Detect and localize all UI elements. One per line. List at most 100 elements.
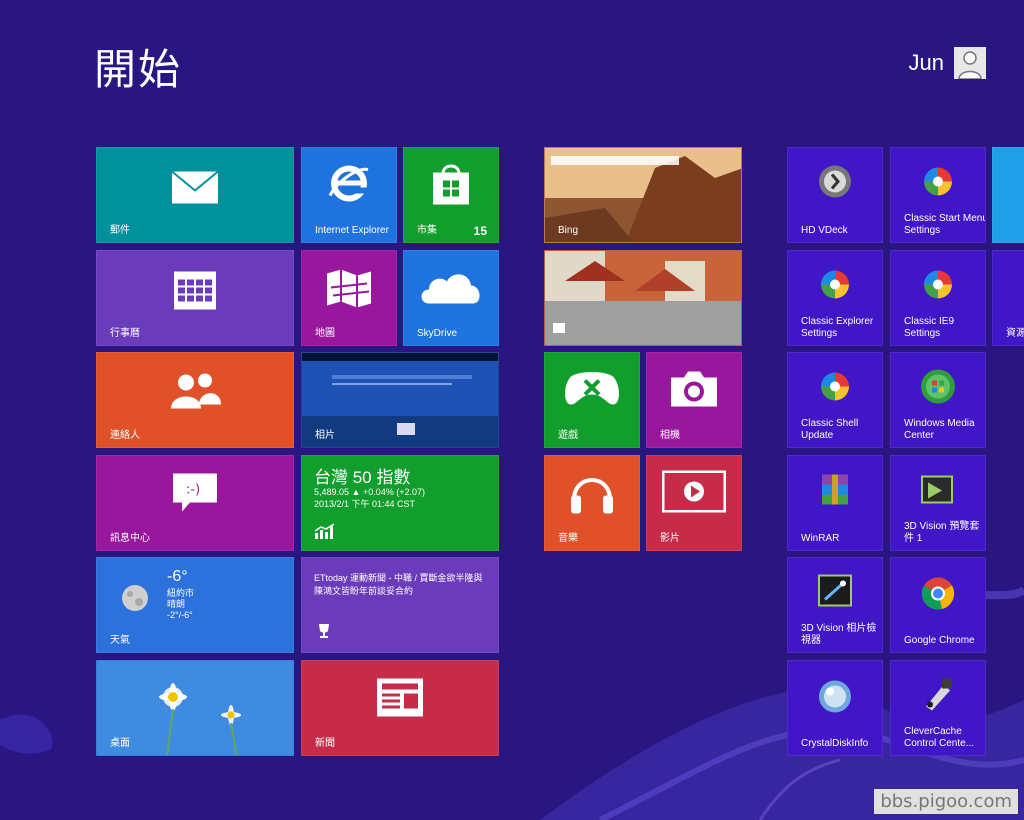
chrome-tile[interactable]: Google Chrome	[890, 557, 986, 653]
camera-icon	[670, 369, 718, 412]
store-badge: 15	[473, 224, 487, 238]
vision-viewer-label: 3D Vision 相片檢視器	[801, 623, 877, 646]
3d-vision-preview-icon	[920, 470, 956, 509]
chrome-icon	[920, 575, 956, 616]
ie-label: Internet Explorer	[315, 225, 389, 236]
video-player-icon	[661, 469, 727, 517]
store-tile[interactable]: 市集 15	[403, 147, 499, 243]
photo-rooftops-tile[interactable]	[544, 250, 742, 346]
finance-quote: 5,489.05 ▲ +0.04% (+2.07)	[314, 487, 425, 497]
classic-shell-update-icon	[818, 369, 852, 408]
weather-tile[interactable]: -6° 紐約市 晴朗 -2°/-6° 天氣	[96, 557, 294, 653]
finance-details: 5,489.05 ▲ +0.04% (+2.07) 2013/2/1 下午 01…	[314, 486, 425, 510]
people-icon	[169, 371, 221, 414]
classic-shell-icon	[921, 164, 955, 203]
clevercache-icon	[920, 676, 956, 717]
classic-ie9-icon	[921, 267, 955, 306]
bing-label: Bing	[558, 225, 579, 236]
camera-tile[interactable]: 相機	[646, 352, 742, 448]
classic-start-tile[interactable]: Classic Start Menu Settings	[890, 147, 986, 243]
music-tile[interactable]: 音樂	[544, 455, 640, 551]
weather-city: 紐約市	[167, 588, 195, 598]
hd-vdeck-icon	[818, 164, 852, 203]
hd-vdeck-tile[interactable]: HD VDeck	[787, 147, 883, 243]
crystaldiskinfo-tile[interactable]: CrystalDiskInfo	[787, 660, 883, 756]
skydrive-tile[interactable]: SkyDrive	[403, 250, 499, 346]
games-label: 遊戲	[558, 430, 578, 441]
map-icon	[325, 268, 373, 313]
ie-tile[interactable]: Internet Explorer	[301, 147, 397, 243]
winrar-label: WinRAR	[801, 533, 840, 544]
hd-vdeck-label: HD VDeck	[801, 225, 848, 236]
classic-explorer-label: Classic Explorer Settings	[801, 316, 874, 339]
sports-tile[interactable]: ETtoday 運動新聞 - 中職 / 賈斷金欲半隆與陳鴻文皆盼年前談妥合約	[301, 557, 499, 653]
crystaldiskinfo-icon	[817, 678, 853, 719]
clevercache-tile[interactable]: CleverCache Control Cente...	[890, 660, 986, 756]
mail-tile[interactable]: 郵件	[96, 147, 294, 243]
maps-label: 地圖	[315, 328, 335, 339]
windows-media-center-icon	[920, 368, 956, 409]
messaging-label: 訊息中心	[110, 533, 150, 544]
user-name: Jun	[908, 50, 944, 75]
finance-title: 台灣 50 指數	[314, 468, 411, 487]
photos-tile[interactable]: 相片	[301, 352, 499, 448]
partial-blue-tile[interactable]	[992, 147, 1024, 243]
games-tile[interactable]: 遊戲	[544, 352, 640, 448]
clevercache-label: CleverCache Control Cente...	[904, 726, 975, 749]
desktop-label: 桌面	[110, 738, 130, 749]
crystaldiskinfo-label: CrystalDiskInfo	[801, 738, 869, 749]
finance-timestamp: 2013/2/1 下午 01:44 CST	[314, 499, 416, 509]
messaging-tile[interactable]: :-) 訊息中心	[96, 455, 294, 551]
vision-preview-label: 3D Vision 預覽套件 1	[904, 521, 980, 544]
page-title: 開始	[94, 46, 183, 93]
cloud-icon	[419, 270, 483, 311]
classic-start-label: Classic Start Menu Settings	[904, 213, 986, 236]
photos-label: 相片	[315, 430, 335, 441]
mail-icon	[171, 171, 219, 210]
winrar-icon	[818, 472, 852, 511]
internet-explorer-icon	[327, 161, 371, 210]
3d-vision-viewer-icon	[817, 571, 853, 612]
calendar-icon	[173, 271, 217, 316]
resource-tile[interactable]: 資源	[992, 250, 1024, 346]
svg-text::-): :-)	[186, 483, 200, 498]
music-label: 音樂	[558, 533, 578, 544]
store-label: 市集	[417, 225, 437, 236]
wmc-tile[interactable]: Windows Media Center	[890, 352, 986, 448]
watermark: bbs.pigoo.com	[874, 789, 1018, 814]
maps-tile[interactable]: 地圖	[301, 250, 397, 346]
weather-details: 紐約市 晴朗 -2°/-6°	[167, 588, 194, 621]
chat-bubble-icon: :-)	[172, 473, 218, 518]
winrar-tile[interactable]: WinRAR	[787, 455, 883, 551]
trophy-icon	[316, 623, 332, 644]
video-label: 影片	[660, 533, 680, 544]
classic-ie9-tile[interactable]: Classic IE9 Settings	[890, 250, 986, 346]
classic-shell-update-label: Classic Shell Update	[801, 418, 859, 441]
classic-ie9-label: Classic IE9 Settings	[904, 316, 955, 339]
classic-shell-update-tile[interactable]: Classic Shell Update	[787, 352, 883, 448]
classic-explorer-icon	[818, 267, 852, 306]
desktop-tile[interactable]: 桌面	[96, 660, 294, 756]
chrome-label: Google Chrome	[904, 635, 975, 646]
calendar-label: 行事曆	[110, 328, 140, 339]
people-label: 連絡人	[110, 430, 140, 441]
news-label: 新聞	[315, 738, 335, 749]
weather-temperature: -6°	[167, 568, 188, 585]
weather-label: 天氣	[110, 635, 130, 646]
xbox-controller-icon	[565, 370, 619, 411]
calendar-tile[interactable]: 行事曆	[96, 250, 294, 346]
vision-viewer-tile[interactable]: 3D Vision 相片檢視器	[787, 557, 883, 653]
finance-tile[interactable]: 台灣 50 指數 5,489.05 ▲ +0.04% (+2.07) 2013/…	[301, 455, 499, 551]
rooftops-photo	[545, 251, 741, 345]
classic-explorer-tile[interactable]: Classic Explorer Settings	[787, 250, 883, 346]
user-account[interactable]: Jun	[909, 47, 986, 79]
store-bag-icon	[430, 161, 472, 210]
weather-range: -2°/-6°	[167, 610, 193, 620]
vision-preview-tile[interactable]: 3D Vision 預覽套件 1	[890, 455, 986, 551]
video-tile[interactable]: 影片	[646, 455, 742, 551]
finance-chart-icon	[314, 523, 336, 544]
skydrive-label: SkyDrive	[417, 328, 458, 339]
bing-tile[interactable]: Bing	[544, 147, 742, 243]
news-tile[interactable]: 新聞	[301, 660, 499, 756]
people-tile[interactable]: 連絡人	[96, 352, 294, 448]
